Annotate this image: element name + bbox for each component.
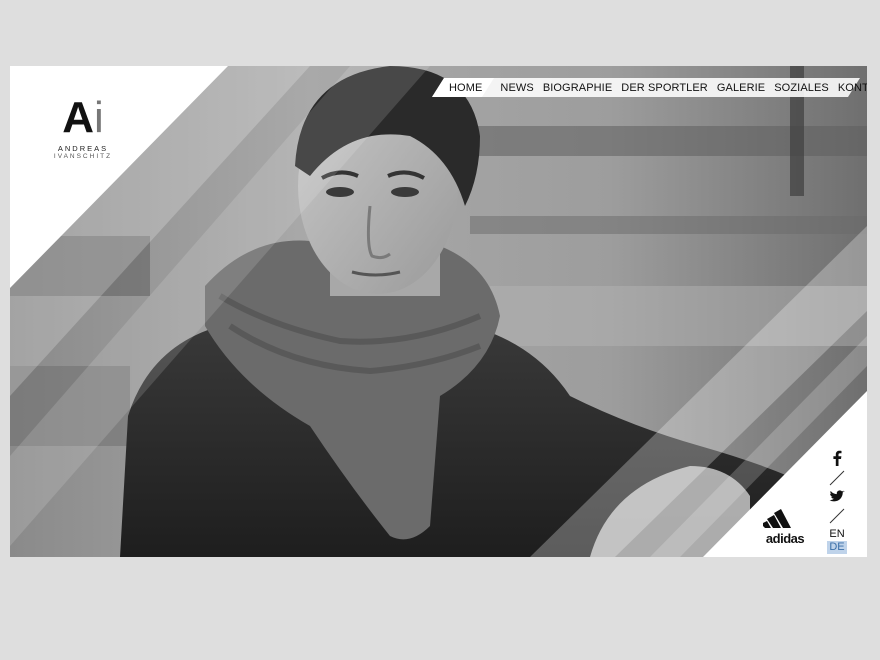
- divider-slash: [829, 508, 845, 524]
- sponsor-logo[interactable]: adidas: [758, 506, 812, 546]
- adidas-stripes-icon: [761, 509, 791, 528]
- nav-item-der-sportler[interactable]: DER SPORTLER: [621, 82, 708, 94]
- nav-items: HOME NEWS BIOGRAPHIE DER SPORTLER GALERI…: [432, 78, 867, 97]
- logo-monogram-i: i: [94, 93, 104, 142]
- divider-slash: [829, 470, 845, 486]
- language-de[interactable]: DE: [827, 541, 847, 554]
- logo-surname: IVANSCHITZ: [53, 153, 113, 160]
- site-logo[interactable]: Ai ANDREAS IVANSCHITZ: [38, 93, 128, 161]
- logo-monogram-a: A: [62, 93, 94, 142]
- nav-item-news[interactable]: NEWS: [500, 82, 533, 94]
- nav-item-soziales[interactable]: SOZIALES: [774, 82, 829, 94]
- sponsor-name: adidas: [765, 531, 805, 546]
- social-language-column: EN DE: [827, 450, 847, 554]
- nav-item-galerie[interactable]: GALERIE: [717, 82, 765, 94]
- twitter-icon[interactable]: [829, 490, 845, 504]
- hero-photo: [10, 66, 867, 557]
- nav-item-biographie[interactable]: BIOGRAPHIE: [543, 82, 612, 94]
- nav-item-kontakt[interactable]: KONTAKT: [838, 82, 867, 94]
- hero-stage: Ai ANDREAS IVANSCHITZ HOME NEWS BIOGRAPH…: [10, 66, 867, 557]
- facebook-icon[interactable]: [831, 450, 843, 466]
- nav-item-home[interactable]: HOME: [449, 82, 482, 94]
- language-en[interactable]: EN: [827, 528, 847, 541]
- logo-name: ANDREAS: [57, 144, 109, 153]
